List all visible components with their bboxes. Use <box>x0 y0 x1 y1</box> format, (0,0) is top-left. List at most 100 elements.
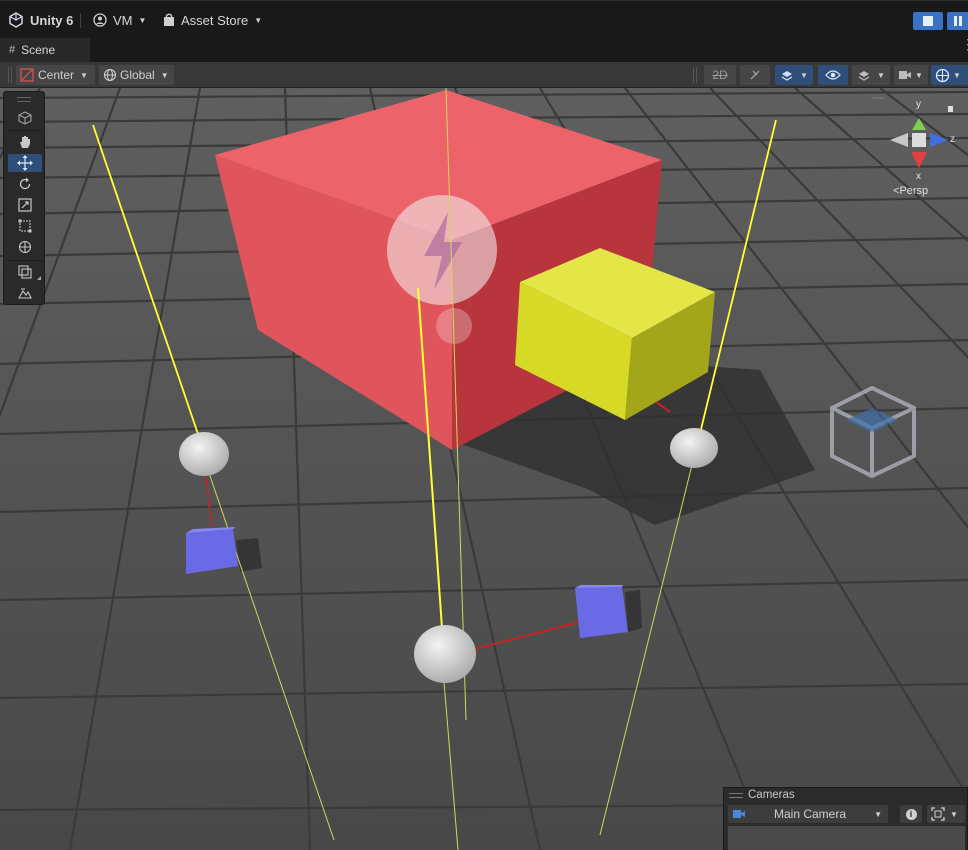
pause-button[interactable] <box>947 12 968 30</box>
camera-preview <box>728 826 965 850</box>
unity-logo-icon <box>9 12 23 28</box>
eye-icon <box>825 70 841 80</box>
more-options-icon[interactable]: ⋮ <box>961 37 968 56</box>
gizmo-z-label: z <box>950 134 955 145</box>
scene-visibility-toggle[interactable] <box>818 65 848 85</box>
grid-icon: # <box>9 44 16 56</box>
effects-dropdown[interactable]: ▼ <box>775 65 813 85</box>
stop-icon <box>923 16 933 26</box>
blue-cube[interactable] <box>186 527 238 574</box>
rect-transform-icon <box>18 219 32 233</box>
chevron-down-icon: ▼ <box>953 70 961 80</box>
pivot-mode-label: Center <box>38 68 75 82</box>
divider <box>80 13 81 28</box>
selected-camera-label: Main Camera <box>774 807 847 821</box>
play-button[interactable] <box>913 12 943 30</box>
pivot-center-icon <box>20 68 34 82</box>
cameras-overlay: Cameras Main Camera ▼ i ▼ <box>723 787 968 850</box>
gizmos-dropdown[interactable]: ▼ <box>931 65 968 85</box>
tool-divider <box>8 260 42 261</box>
scale-tool-button[interactable] <box>8 196 42 214</box>
chevron-down-icon: ▼ <box>160 70 169 80</box>
gizmo-y-label: y <box>916 99 921 110</box>
toolbar-grip <box>8 67 12 83</box>
lock-icon[interactable] <box>948 106 953 112</box>
chevron-down-icon: ▼ <box>950 809 958 819</box>
transform-icon <box>18 240 32 254</box>
account-icon <box>93 13 107 27</box>
info-icon: i <box>905 808 917 820</box>
asset-store-dropdown[interactable]: Asset Store ▼ <box>163 1 262 39</box>
unity-title[interactable]: Unity 6 <box>8 1 73 39</box>
blue-cube[interactable] <box>575 585 628 638</box>
chevron-down-icon: ▼ <box>915 70 923 80</box>
overlay-grip <box>17 97 31 102</box>
layers-icon <box>858 71 870 81</box>
camera-settings-dropdown[interactable]: ▼ <box>894 65 928 85</box>
custom-tools-icon <box>18 265 32 279</box>
chevron-down-icon: ▼ <box>800 70 808 80</box>
tab-bar: # Scene ⋮ <box>0 37 968 62</box>
terrain-icon <box>18 288 32 299</box>
frame-icon <box>931 807 945 821</box>
scene-toolbar: Center ▼ Global ▼ 2D ▼ ▼ ▼ ▼ <box>0 62 968 88</box>
sphere[interactable] <box>414 625 476 683</box>
scene-viewport[interactable]: y z x <Persp <box>0 88 968 850</box>
custom-tool-button[interactable] <box>8 263 42 281</box>
chevron-down-icon: ▼ <box>80 70 88 80</box>
rotate-icon <box>19 177 31 190</box>
tools-overlay <box>3 91 45 305</box>
chevron-down-icon: ▼ <box>138 15 147 25</box>
asset-store-label: Asset Store <box>181 12 249 28</box>
transform-tool-button[interactable] <box>8 238 42 256</box>
effects-icon <box>781 71 793 81</box>
move-arrows-icon <box>17 155 33 171</box>
sphere[interactable] <box>179 432 229 476</box>
view-tool-button[interactable] <box>8 109 42 127</box>
hand-tool-button[interactable] <box>8 133 42 151</box>
move-tool-button[interactable] <box>8 154 42 172</box>
render-mode-dropdown[interactable]: ▼ <box>852 65 890 85</box>
cameras-title: Cameras <box>748 789 795 801</box>
account-label: VM <box>113 12 133 28</box>
tab-scene[interactable]: # Scene <box>0 38 90 62</box>
shopping-bag-icon <box>164 13 174 26</box>
cube-shadow <box>236 538 262 572</box>
rotate-tool-button[interactable] <box>8 175 42 193</box>
submenu-corner-icon <box>37 276 41 280</box>
pivot-rotation-label: Global <box>120 68 155 82</box>
gizmo-x-label: x <box>916 171 921 182</box>
toolbar-grip <box>693 67 697 83</box>
lighting-toggle[interactable] <box>740 65 770 85</box>
globe-icon <box>103 68 117 82</box>
projection-mode-text: Persp <box>899 185 928 197</box>
camera-icon <box>733 810 745 818</box>
rect-tool-button[interactable] <box>8 217 42 235</box>
hand-icon <box>20 136 30 148</box>
camera-select-dropdown[interactable]: Main Camera ▼ <box>728 805 888 823</box>
2d-icon: 2D <box>712 68 728 82</box>
pivot-rotation-dropdown[interactable]: Global ▼ <box>99 65 174 85</box>
terrain-tool-button[interactable] <box>8 284 42 302</box>
gizmo-globe-icon <box>935 68 950 82</box>
cube-icon <box>18 111 32 125</box>
account-dropdown[interactable]: VM ▼ <box>93 1 146 39</box>
pause-icon <box>954 16 957 26</box>
chevron-down-icon: ▼ <box>254 15 263 25</box>
tab-scene-label: Scene <box>21 43 56 57</box>
projection-label[interactable]: <Persp <box>893 185 928 197</box>
cube-shadow <box>625 590 642 632</box>
camera-info-button[interactable]: i <box>900 805 922 823</box>
app-title: Unity 6 <box>30 12 74 28</box>
camera-icon <box>899 71 911 79</box>
pivot-mode-dropdown[interactable]: Center ▼ <box>16 65 95 85</box>
main-toolbar: Unity 6 VM ▼ Asset Store ▼ <box>0 0 968 38</box>
sphere[interactable] <box>670 428 718 468</box>
gizmo-center-cube[interactable] <box>912 133 926 147</box>
tool-divider <box>8 130 42 131</box>
camera-frame-dropdown[interactable]: ▼ <box>927 805 965 823</box>
2d-toggle[interactable]: 2D <box>704 65 736 85</box>
scale-icon <box>18 198 32 212</box>
chevron-down-icon: ▼ <box>877 70 885 80</box>
overlay-grip <box>729 793 743 798</box>
